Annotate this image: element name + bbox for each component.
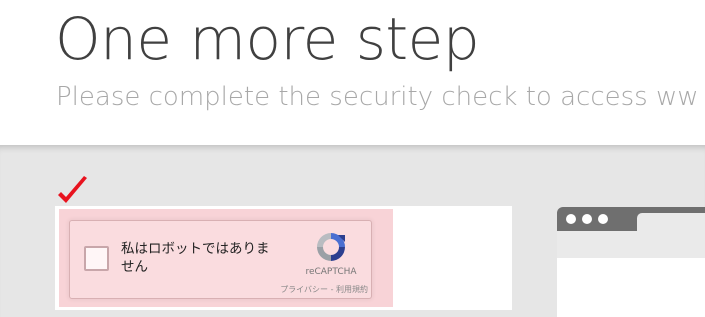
page-header: One more step Please complete the securi… — [0, 0, 705, 145]
recaptcha-privacy-terms-links[interactable]: プライバシー - 利用規約 — [248, 284, 368, 295]
browser-toolbar — [557, 231, 705, 258]
captcha-highlight: 私はロボットではありません reCAPTCHA プライバシー - 利用規約 — [59, 209, 393, 307]
page-subtitle: Please complete the security check to ac… — [56, 82, 699, 112]
browser-illustration — [557, 207, 705, 317]
captcha-card: 私はロボットではありません reCAPTCHA プライバシー - 利用規約 — [55, 206, 512, 310]
red-checkmark-icon — [58, 176, 87, 203]
browser-titlebar — [557, 207, 705, 231]
browser-body — [557, 258, 705, 317]
recaptcha-widget: 私はロボットではありません reCAPTCHA プライバシー - 利用規約 — [69, 220, 372, 299]
window-dot-icon — [582, 214, 592, 224]
browser-tab — [637, 213, 705, 231]
window-dot-icon — [598, 214, 608, 224]
recaptcha-checkbox[interactable] — [84, 246, 109, 271]
window-dot-icon — [566, 214, 576, 224]
page-title: One more step — [55, 5, 480, 73]
recaptcha-label: 私はロボットではありません — [121, 241, 270, 275]
recaptcha-logo-icon — [317, 233, 345, 261]
recaptcha-brand: reCAPTCHA — [305, 267, 357, 277]
